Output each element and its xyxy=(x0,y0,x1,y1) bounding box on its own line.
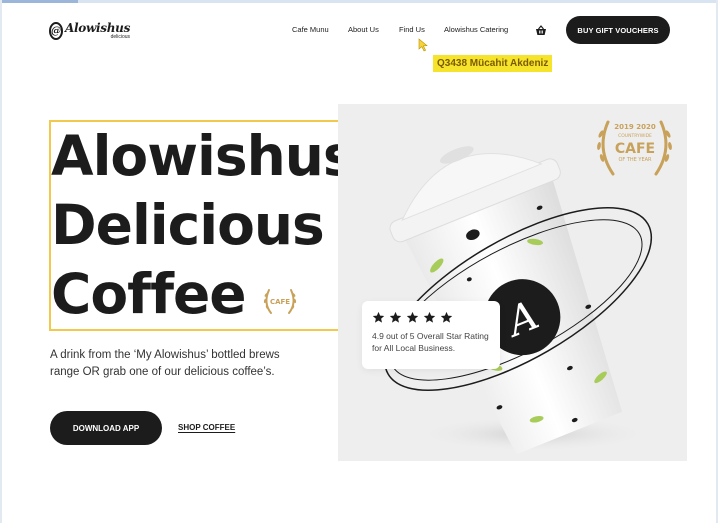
award-region: COUNTRYWIDE xyxy=(618,133,652,139)
rating-text: 4.9 out of 5 Overall Star Rating for All… xyxy=(372,331,489,353)
star-icon xyxy=(440,311,453,323)
basket-icon xyxy=(536,24,546,35)
logo-subtitle: delicious xyxy=(110,34,131,40)
star-icon xyxy=(423,311,436,323)
download-app-button[interactable]: DOWNLOAD APP xyxy=(50,411,162,445)
award-subtitle: OF THE YEAR xyxy=(618,157,652,163)
headline-line-3: Coffee xyxy=(51,262,247,326)
rating-stars xyxy=(372,311,490,324)
window-top-border xyxy=(0,0,718,3)
nav-item-cafe-menu[interactable]: Cafe Munu xyxy=(292,25,329,34)
nav-item-about-us[interactable]: About Us xyxy=(348,25,379,34)
nav-item-catering[interactable]: Alowishus Catering xyxy=(444,25,508,34)
star-icon xyxy=(389,311,402,323)
shop-coffee-link[interactable]: SHOP COFFEE xyxy=(178,423,235,432)
logo-name: Alowishus xyxy=(65,21,131,35)
hero-description: A drink from the ‘My Alowishus’ bottled … xyxy=(50,349,280,378)
star-icon xyxy=(372,311,385,323)
headline-line-2: Delicious xyxy=(51,193,325,257)
hero-headline: Alowishus Delicious Coffee xyxy=(51,122,356,329)
rating-card: 4.9 out of 5 Overall Star Rating for All… xyxy=(362,301,500,369)
user-tooltip: Q3438 Mücahit Akdeniz xyxy=(433,55,553,72)
cart-button[interactable] xyxy=(528,19,554,41)
window-tab xyxy=(0,0,78,3)
nav-item-find-us[interactable]: Find Us xyxy=(399,25,425,34)
headline-line-1: Alowishus xyxy=(51,124,356,188)
mouse-cursor-icon xyxy=(418,38,428,52)
star-icon xyxy=(406,311,419,323)
window-left-border xyxy=(0,0,2,523)
mini-award-badge: CAFE xyxy=(263,289,297,314)
hero-product-image: A 2019 2020 COUNTRYWIDE CAFE OF THE YEAR xyxy=(338,104,687,461)
logo-text: Alowishus delicious xyxy=(65,22,130,40)
buy-gift-vouchers-button[interactable]: BUY GIFT VOUCHERS xyxy=(566,16,670,44)
coffee-cup-illustration: A 2019 2020 COUNTRYWIDE CAFE OF THE YEAR xyxy=(383,120,672,455)
award-years: 2019 2020 xyxy=(614,123,656,131)
cafe-of-the-year-badge: 2019 2020 COUNTRYWIDE CAFE OF THE YEAR xyxy=(597,120,672,176)
mini-award-title: CAFE xyxy=(270,298,290,306)
award-title: CAFE xyxy=(615,141,655,157)
site-logo[interactable]: @ Alowishus delicious xyxy=(49,17,130,45)
logo-mark-icon: @ xyxy=(49,22,63,40)
